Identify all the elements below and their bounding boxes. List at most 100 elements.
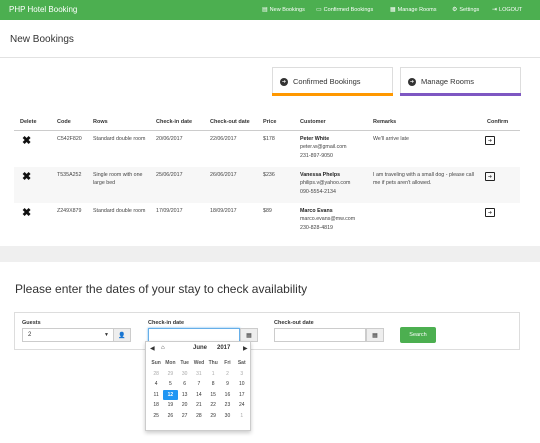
checkout-date: 22/06/2017	[210, 136, 237, 142]
day-cell[interactable]: 27	[178, 411, 192, 422]
day-cell[interactable]: 6	[178, 379, 192, 390]
day-cell[interactable]: 16	[220, 390, 234, 401]
nav-logout[interactable]: ⇥ LOGOUT	[492, 6, 522, 14]
confirm-icon[interactable]: ➜	[485, 136, 495, 145]
tab-accent-orange	[272, 93, 393, 96]
calendar-icon[interactable]: ▦	[240, 328, 258, 342]
prev-month-icon[interactable]: ◀	[150, 345, 155, 352]
year-select[interactable]: 2017	[217, 345, 230, 351]
week-row: 25 26 27 28 29 30 1	[149, 411, 249, 422]
day-cell[interactable]: 28	[192, 411, 206, 422]
confirmed-icon: ▭	[316, 7, 322, 13]
week-row: 28 29 30 31 1 2 3	[149, 369, 249, 380]
delete-icon[interactable]: ✖	[22, 170, 31, 183]
day-cell[interactable]: 21	[192, 400, 206, 411]
guests-select[interactable]: 2 ▼	[22, 328, 114, 342]
day-cell[interactable]: 18	[149, 400, 163, 411]
delete-icon[interactable]: ✖	[22, 134, 31, 147]
table-header: Delete Code Rows Check-in date Check-out…	[14, 113, 520, 131]
delete-icon[interactable]: ✖	[22, 206, 31, 219]
room-type: Standard double room	[93, 136, 146, 142]
day-cell[interactable]: 29	[163, 369, 177, 380]
day-cell[interactable]: 2	[220, 369, 234, 380]
day-cell[interactable]: 11	[149, 390, 163, 401]
day-cell[interactable]: 17	[235, 390, 249, 401]
day-cell[interactable]: 24	[235, 400, 249, 411]
tab-accent-purple	[400, 93, 521, 96]
calendar-icon[interactable]: ▦	[366, 328, 384, 342]
divider	[0, 57, 540, 58]
day-cell[interactable]: 15	[206, 390, 220, 401]
next-month-icon[interactable]: ▶	[243, 345, 248, 352]
confirmed-bookings-button[interactable]: ➜ Confirmed Bookings	[272, 67, 393, 95]
checkin-input[interactable]	[148, 328, 240, 342]
customer-name: Peter White	[300, 136, 330, 142]
day-cell-selected[interactable]: 12	[163, 389, 178, 400]
page-title: New Bookings	[10, 34, 74, 45]
search-button[interactable]: Search	[400, 327, 436, 343]
nav-manage-rooms[interactable]: ▦ Manage Rooms	[390, 6, 437, 14]
logout-icon: ⇥	[492, 7, 498, 13]
header-delete: Delete	[20, 119, 37, 125]
nav-confirmed-bookings[interactable]: ▭ Confirmed Bookings	[316, 6, 373, 14]
customer: Vanessa Phelps philips.v@yahoo.com 090-5…	[300, 171, 350, 196]
day-cell[interactable]: 23	[220, 400, 234, 411]
header-price: Price	[263, 119, 277, 125]
checkin-date: 20/06/2017	[156, 136, 183, 142]
checkin-date: 17/09/2017	[156, 208, 183, 214]
weekday: Thu	[208, 360, 218, 366]
day-cell[interactable]: 1	[235, 411, 249, 422]
manage-rooms-button[interactable]: ➜ Manage Rooms	[400, 67, 521, 95]
week-row: 11 12 13 14 15 16 17	[149, 389, 249, 401]
header-checkout: Check-out date	[210, 119, 250, 125]
nav-new-bookings[interactable]: ▤ New Bookings	[262, 6, 305, 14]
weekday-row: Sun Mon Tue Wed Thu Fri Sat	[149, 358, 249, 369]
day-cell[interactable]: 13	[178, 390, 192, 401]
weekday: Mon	[165, 360, 176, 366]
month-select[interactable]: June	[193, 345, 207, 351]
day-cell[interactable]: 19	[163, 400, 177, 411]
day-cell[interactable]: 30	[220, 411, 234, 422]
day-cell[interactable]: 4	[149, 379, 163, 390]
customer-phone: 230-828-4819	[300, 224, 333, 231]
home-icon[interactable]: ⌂	[161, 345, 165, 351]
day-cell[interactable]: 31	[192, 369, 206, 380]
day-cell[interactable]: 10	[235, 379, 249, 390]
day-cell[interactable]: 14	[192, 390, 206, 401]
day-cell[interactable]: 1	[206, 369, 220, 380]
day-cell[interactable]: 29	[206, 411, 220, 422]
header-remarks: Remarks	[373, 119, 397, 125]
confirm-icon[interactable]: ➜	[485, 208, 495, 217]
day-cell[interactable]: 26	[163, 411, 177, 422]
day-cell[interactable]: 8	[206, 379, 220, 390]
confirm-icon[interactable]: ➜	[485, 172, 495, 181]
day-cell[interactable]: 30	[178, 369, 192, 380]
datepicker: ◀ ⌂ June 2017 ▶ Sun Mon Tue Wed Thu Fri …	[145, 341, 251, 431]
day-cell[interactable]: 25	[149, 411, 163, 422]
day-cell[interactable]: 3	[235, 369, 249, 380]
week-row: 4 5 6 7 8 9 10	[149, 379, 249, 390]
checkout-input[interactable]	[274, 328, 366, 342]
day-cell[interactable]: 5	[163, 379, 177, 390]
brand-logo[interactable]: PHP Hotel Booking	[9, 5, 77, 14]
day-cell[interactable]: 20	[178, 400, 192, 411]
booking-code: Z249X879	[57, 208, 82, 214]
day-cell[interactable]: 22	[206, 400, 220, 411]
day-cell[interactable]: 7	[192, 379, 206, 390]
tab-label: Confirmed Bookings	[293, 77, 361, 86]
tab-label: Manage Rooms	[421, 77, 474, 86]
user-icon: 👤	[113, 328, 131, 342]
header-checkin: Check-in date	[156, 119, 193, 125]
table-row: ✖ C542F820 Standard double room 20/06/20…	[14, 131, 520, 167]
bookings-icon: ▤	[262, 7, 268, 13]
day-cell[interactable]: 28	[149, 369, 163, 380]
bookings-table: Delete Code Rows Check-in date Check-out…	[14, 113, 520, 243]
nav-settings[interactable]: ⚙ Settings	[452, 6, 480, 14]
nav-label: Settings	[459, 6, 480, 13]
table-row: ✖ T535A252 Single room with one large be…	[14, 167, 520, 203]
booking-code: C542F820	[57, 136, 82, 142]
day-cell[interactable]: 9	[220, 379, 234, 390]
customer-name: Marco Evans	[300, 208, 333, 214]
remarks: We'll arrive late	[373, 136, 409, 142]
calendar-grid: Sun Mon Tue Wed Thu Fri Sat 28 29 30 31 …	[149, 358, 249, 421]
